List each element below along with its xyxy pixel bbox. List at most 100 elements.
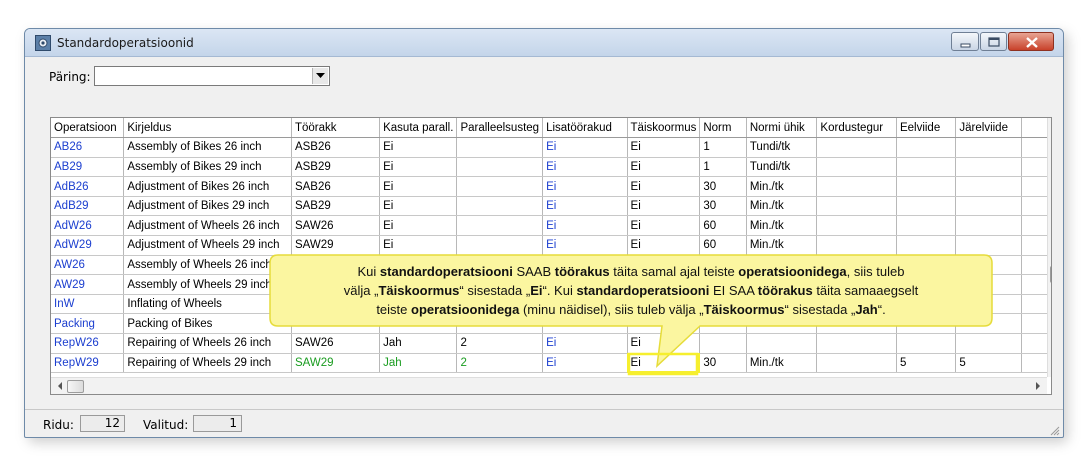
col-header-jarelviide[interactable]: Järelviide — [955, 118, 1022, 139]
cell-toorakk[interactable]: SAB29 — [291, 196, 381, 217]
cell-normi-uhik[interactable] — [746, 333, 818, 354]
cell-normi-uhik[interactable]: Min./tk — [746, 196, 818, 217]
cell-kasuta-parall[interactable]: Jah — [379, 333, 458, 354]
col-header-toorakk[interactable]: Töörakk — [291, 118, 381, 139]
scroll-up-icon[interactable] — [1048, 120, 1052, 136]
cell-toorakk[interactable]: SAW29 — [291, 235, 381, 256]
horizontal-scrollbar[interactable] — [51, 377, 1047, 394]
dropdown-arrow-icon[interactable] — [312, 68, 328, 84]
cell-operatsioon[interactable]: AdW29 — [51, 235, 125, 256]
cell-normi-uhik[interactable]: Tundi/tk — [746, 157, 818, 178]
cell-eelviide[interactable] — [896, 215, 957, 237]
cell-taiskoormus[interactable]: Ei — [627, 235, 701, 256]
cell-kordustegur[interactable] — [816, 157, 897, 178]
table-row[interactable]: AdB26 Adjustment of Bikes 26 inch SAB26 Ei E… — [51, 176, 1051, 197]
cell-jarelviide[interactable] — [955, 176, 1022, 197]
cell-taiskoormus[interactable]: Ei — [627, 137, 701, 158]
cell-lisatoorakud[interactable]: Ei — [542, 235, 628, 256]
cell-normi-uhik[interactable]: Min./tk — [746, 353, 818, 374]
cell-operatsioon[interactable]: RepW26 — [51, 333, 125, 354]
col-header-lisatoorakud[interactable]: Lisatöörakud — [542, 118, 628, 139]
cell-lisatoorakud[interactable]: Ei — [542, 176, 628, 197]
cell-normi-uhik[interactable]: Tundi/tk — [746, 137, 818, 158]
scroll-right-icon[interactable] — [1031, 378, 1045, 394]
cell-paralleelsusteg[interactable]: 2 — [456, 353, 544, 374]
col-header-paralleelsusteg[interactable]: Paralleelsusteg — [456, 118, 544, 139]
cell-kasuta-parall[interactable]: Ei — [379, 235, 458, 256]
cell-kirjeldus[interactable]: Assembly of Wheels 29 inch — [123, 274, 292, 295]
resize-grip-icon[interactable] — [1049, 425, 1060, 436]
scroll-down-icon[interactable] — [1048, 380, 1052, 395]
cell-kasuta-parall[interactable]: Ei — [379, 196, 458, 217]
cell-norm[interactable]: 30 — [699, 353, 747, 374]
cell-operatsioon[interactable]: RepW29 — [51, 353, 125, 374]
cell-lisatoorakud[interactable]: Ei — [542, 157, 628, 178]
close-button[interactable] — [1008, 32, 1054, 51]
col-header-kasuta-parall[interactable]: Kasuta parall. — [379, 118, 458, 139]
cell-paralleelsusteg[interactable] — [456, 157, 544, 178]
horizontal-scroll-thumb[interactable] — [67, 380, 84, 393]
cell-taiskoormus[interactable]: Ei — [627, 176, 701, 197]
cell-norm[interactable]: 60 — [699, 215, 747, 237]
col-header-operatsioon[interactable]: Operatsioon — [51, 118, 125, 139]
cell-kirjeldus[interactable]: Assembly of Bikes 29 inch — [123, 157, 292, 178]
cell-normi-uhik[interactable]: Min./tk — [746, 235, 818, 256]
cell-lisatoorakud[interactable]: Ei — [542, 196, 628, 217]
maximize-button[interactable] — [980, 32, 1007, 51]
cell-kirjeldus[interactable]: Inflating of Wheels — [123, 294, 292, 315]
table-row[interactable]: AdW26 Adjustment of Wheels 26 inch SAW26 Ei… — [51, 215, 1051, 237]
cell-lisatoorakud[interactable]: Ei — [542, 137, 628, 158]
cell-operatsioon[interactable]: Packing — [51, 313, 125, 335]
cell-paralleelsusteg[interactable] — [456, 196, 544, 217]
col-header-eelviide[interactable]: Eelviide — [896, 118, 957, 139]
cell-norm[interactable]: 30 — [699, 176, 747, 197]
cell-eelviide[interactable] — [896, 137, 957, 158]
cell-toorakk[interactable]: SAW29 — [291, 353, 381, 374]
cell-kordustegur[interactable] — [816, 176, 897, 197]
vertical-scroll-thumb[interactable] — [1050, 266, 1051, 283]
cell-toorakk[interactable]: SAB26 — [291, 176, 381, 197]
cell-paralleelsusteg[interactable] — [456, 235, 544, 256]
cell-norm[interactable]: 60 — [699, 235, 747, 256]
cell-paralleelsusteg[interactable]: 2 — [456, 333, 544, 354]
cell-lisatoorakud[interactable]: Ei — [542, 333, 628, 354]
cell-norm[interactable]: 30 — [699, 196, 747, 217]
minimize-button[interactable] — [951, 32, 979, 51]
cell-operatsioon[interactable]: AB26 — [51, 137, 125, 158]
cell-kordustegur[interactable] — [816, 196, 897, 217]
cell-taiskoormus[interactable]: Ei — [627, 353, 701, 374]
cell-normi-uhik[interactable]: Min./tk — [746, 215, 818, 237]
cell-operatsioon[interactable]: AdW26 — [51, 215, 125, 237]
vertical-scrollbar[interactable] — [1047, 118, 1052, 377]
cell-operatsioon[interactable]: InW — [51, 294, 125, 315]
cell-jarelviide[interactable] — [955, 235, 1022, 256]
cell-kasuta-parall[interactable]: Ei — [379, 157, 458, 178]
cell-jarelviide[interactable] — [955, 215, 1022, 237]
query-dropdown[interactable] — [94, 66, 330, 86]
cell-kirjeldus[interactable]: Adjustment of Wheels 29 inch — [123, 235, 292, 256]
cell-operatsioon[interactable]: AdB29 — [51, 196, 125, 217]
table-row[interactable]: RepW29 Repairing of Wheels 29 inch SAW29 Ja… — [51, 353, 1051, 374]
cell-kirjeldus[interactable]: Assembly of Bikes 26 inch — [123, 137, 292, 158]
cell-operatsioon[interactable]: AdB26 — [51, 176, 125, 197]
cell-kordustegur[interactable] — [816, 333, 897, 354]
col-header-normi-uhik[interactable]: Normi ühik — [746, 118, 818, 139]
title-bar[interactable]: Standardoperatsioonid — [25, 29, 1063, 57]
cell-eelviide[interactable] — [896, 176, 957, 197]
cell-kirjeldus[interactable]: Adjustment of Bikes 26 inch — [123, 176, 292, 197]
cell-eelviide[interactable] — [896, 157, 957, 178]
table-row[interactable]: AB26 Assembly of Bikes 26 inch ASB26 Ei Ei Ei… — [51, 137, 1051, 158]
cell-norm[interactable]: 1 — [699, 137, 747, 158]
cell-taiskoormus[interactable]: Ei — [627, 333, 701, 354]
cell-toorakk[interactable]: SAW26 — [291, 333, 381, 354]
cell-normi-uhik[interactable]: Min./tk — [746, 176, 818, 197]
cell-kirjeldus[interactable]: Assembly of Wheels 26 inch — [123, 255, 292, 276]
table-row[interactable]: AdB29 Adjustment of Bikes 29 inch SAB29 Ei E… — [51, 196, 1051, 217]
cell-paralleelsusteg[interactable] — [456, 215, 544, 237]
cell-kirjeldus[interactable]: Adjustment of Wheels 26 inch — [123, 215, 292, 237]
cell-norm[interactable] — [699, 333, 747, 354]
cell-paralleelsusteg[interactable] — [456, 137, 544, 158]
cell-kasuta-parall[interactable]: Ei — [379, 176, 458, 197]
col-header-kirjeldus[interactable]: Kirjeldus — [123, 118, 292, 139]
cell-jarelviide[interactable] — [955, 157, 1022, 178]
